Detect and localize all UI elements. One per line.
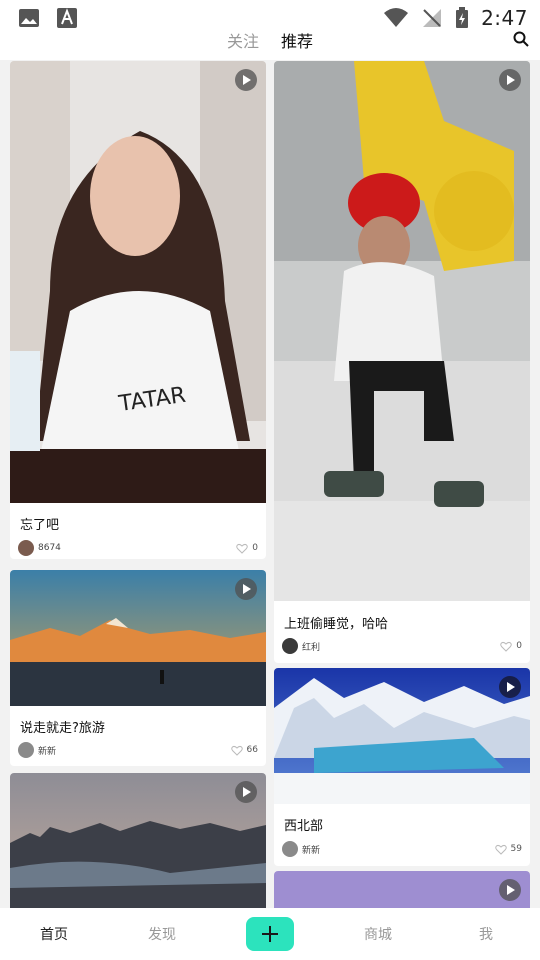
heart-icon[interactable]: [500, 641, 513, 652]
play-icon[interactable]: [499, 69, 521, 91]
like-count: 0: [516, 641, 522, 651]
video-thumbnail[interactable]: [274, 871, 530, 908]
nav-discover[interactable]: 发现: [108, 924, 216, 944]
video-thumbnail[interactable]: [10, 773, 266, 908]
wifi-icon: [384, 8, 409, 27]
video-thumbnail[interactable]: [274, 61, 530, 601]
play-icon[interactable]: [235, 578, 257, 600]
avatar[interactable]: [18, 742, 34, 758]
gallery-icon: [19, 9, 39, 27]
city-skyline-image: [10, 773, 266, 908]
nav-me[interactable]: 我: [432, 924, 540, 944]
nav-mall[interactable]: 商城: [324, 924, 432, 944]
plus-icon[interactable]: [246, 917, 294, 951]
video-title[interactable]: 西北部: [284, 815, 323, 834]
play-icon[interactable]: [499, 676, 521, 698]
factory-worker-image: [274, 61, 530, 601]
bottom-navigation: 首页 发现 商城 我: [0, 908, 540, 960]
author-name[interactable]: 新新: [302, 843, 495, 856]
no-signal-icon: [423, 9, 442, 27]
avatar[interactable]: [282, 638, 298, 654]
video-title[interactable]: 忘了吧: [20, 514, 59, 533]
video-meta: 红利 0: [282, 636, 522, 656]
video-thumbnail[interactable]: [274, 668, 530, 804]
video-card[interactable]: TATAR 忘了吧 8674 0: [10, 61, 266, 559]
font-icon: [57, 8, 77, 28]
video-meta: 新新 66: [18, 740, 258, 760]
author-name[interactable]: 8674: [38, 543, 236, 553]
tab-following[interactable]: 关注: [227, 28, 259, 52]
video-card[interactable]: 上班偷睡觉，哈哈 红利 0: [274, 61, 530, 663]
portrait-thumbnail-image: TATAR: [10, 61, 266, 503]
video-thumbnail[interactable]: [10, 570, 266, 706]
heart-icon[interactable]: [236, 543, 249, 554]
like-count: 0: [252, 543, 258, 553]
tab-recommended[interactable]: 推荐: [281, 28, 313, 52]
video-meta: 新新 59: [282, 839, 522, 859]
battery-icon: [456, 7, 469, 28]
top-tab-bar: 关注 推荐: [0, 31, 540, 60]
avatar[interactable]: [282, 841, 298, 857]
purple-sky-image: [274, 871, 530, 908]
video-card[interactable]: [10, 773, 266, 908]
video-meta: 8674 0: [18, 538, 258, 558]
video-title[interactable]: 说走就走?旅游: [20, 717, 105, 736]
video-title[interactable]: 上班偷睡觉，哈哈: [284, 613, 388, 632]
heart-icon[interactable]: [494, 844, 507, 855]
video-feed[interactable]: TATAR 忘了吧 8674 0 说走就走?旅游 新新 66 上班偷睡觉，哈哈 …: [0, 60, 540, 908]
avatar[interactable]: [18, 540, 34, 556]
like-count: 66: [246, 745, 258, 755]
author-name[interactable]: 红利: [302, 640, 500, 653]
play-icon[interactable]: [235, 781, 257, 803]
author-name[interactable]: 新新: [38, 744, 231, 757]
video-card[interactable]: [274, 871, 530, 908]
heart-icon[interactable]: [230, 745, 243, 756]
play-icon[interactable]: [235, 69, 257, 91]
search-icon[interactable]: [512, 30, 530, 48]
like-count: 59: [510, 844, 522, 854]
glacier-image: [274, 668, 530, 804]
nav-home[interactable]: 首页: [0, 924, 108, 944]
video-card[interactable]: 西北部 新新 59: [274, 668, 530, 866]
video-card[interactable]: 说走就走?旅游 新新 66: [10, 570, 266, 766]
clock: 2:47: [481, 6, 528, 30]
play-icon[interactable]: [499, 879, 521, 901]
mountain-lake-image: [10, 570, 266, 706]
nav-add[interactable]: [216, 917, 324, 951]
video-thumbnail[interactable]: TATAR: [10, 61, 266, 503]
